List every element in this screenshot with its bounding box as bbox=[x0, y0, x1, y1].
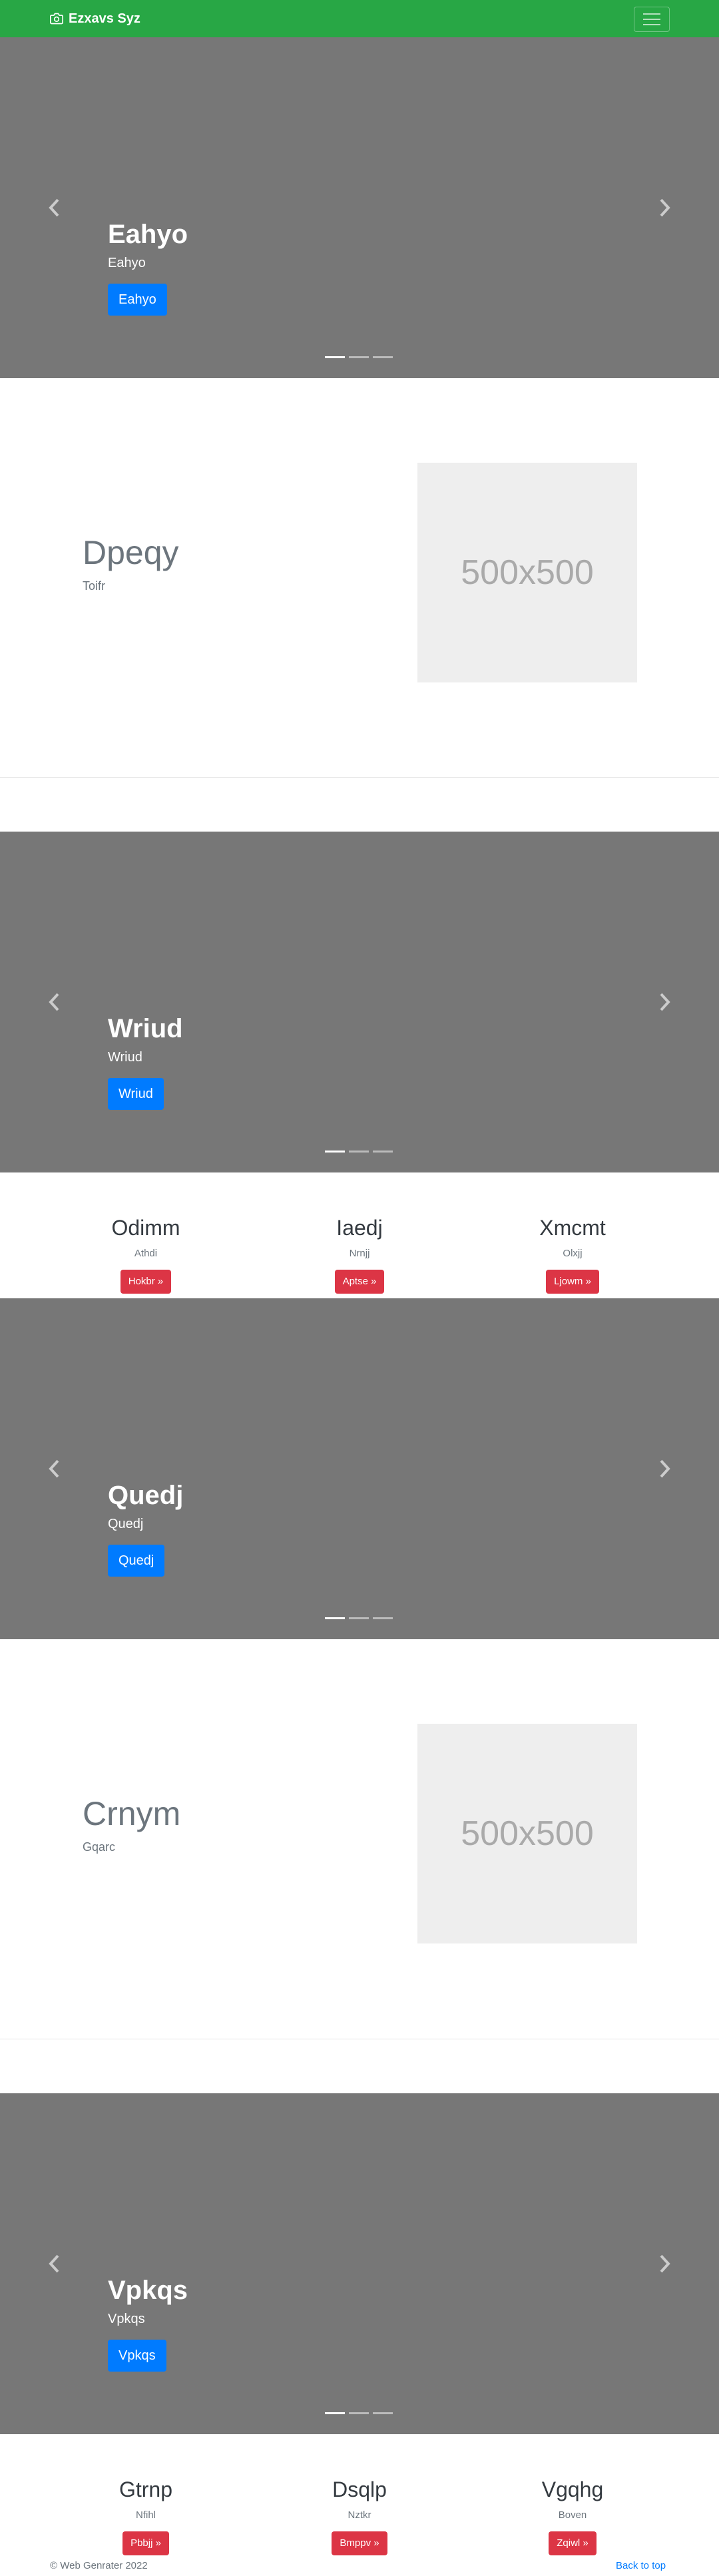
carousel-heading: Wriud bbox=[108, 1014, 183, 1043]
carousel-indicator[interactable] bbox=[325, 356, 345, 358]
column-button[interactable]: Bmppv » bbox=[332, 2531, 387, 2555]
carousel-indicators bbox=[325, 1151, 393, 1153]
carousel-next-icon[interactable] bbox=[658, 1459, 671, 1478]
column-text: Athdi bbox=[134, 1248, 158, 1259]
carousel-text: Wriud bbox=[108, 1050, 142, 1065]
navbar: Ezxavs Syz bbox=[0, 0, 719, 37]
carousel-caption: Wriud Wriud Wriud bbox=[108, 1013, 183, 1110]
carousel-indicator[interactable] bbox=[325, 1617, 345, 1619]
carousel-indicator[interactable] bbox=[349, 356, 369, 358]
featurette-subheading: Gqarc bbox=[83, 1840, 116, 1854]
featurette-heading: Dpeqy bbox=[83, 534, 179, 571]
carousel-next-icon[interactable] bbox=[658, 2254, 671, 2273]
navbar-toggler-button[interactable] bbox=[634, 7, 670, 32]
column-heading: Gtrnp bbox=[119, 2477, 173, 2501]
hamburger-icon-bar bbox=[643, 24, 660, 25]
marketing-column: Vgqhg Boven Zqiwl » bbox=[486, 2477, 659, 2555]
carousel-text: Vpkqs bbox=[108, 2312, 145, 2326]
footer-copyright: © Web Genrater 2022 bbox=[50, 2560, 148, 2571]
column-heading: Xmcmt bbox=[539, 1216, 606, 1240]
carousel-button[interactable]: Vpkqs bbox=[108, 2340, 166, 2372]
divider bbox=[0, 777, 719, 778]
column-text: Nfihl bbox=[135, 2509, 156, 2521]
carousel-heading: Vpkqs bbox=[108, 2276, 188, 2305]
carousel-caption: Eahyo Eahyo Eahyo bbox=[108, 218, 188, 316]
brand-link[interactable]: Ezxavs Syz bbox=[50, 9, 140, 28]
carousel-prev-icon[interactable] bbox=[48, 1459, 61, 1478]
carousel-indicator[interactable] bbox=[373, 356, 393, 358]
marketing-column: Odimm Athdi Hokbr » bbox=[59, 1215, 232, 1294]
column-text: Boven bbox=[558, 2509, 587, 2521]
featurette-heading: Crnym bbox=[83, 1795, 181, 1832]
carousel-indicator[interactable] bbox=[373, 1617, 393, 1619]
carousel-indicators bbox=[325, 356, 393, 358]
column-heading: Iaedj bbox=[336, 1216, 383, 1240]
featurette-subheading: Toifr bbox=[83, 579, 106, 593]
carousel-indicator[interactable] bbox=[373, 1151, 393, 1153]
carousel-indicator[interactable] bbox=[325, 2412, 345, 2414]
column-button[interactable]: Aptse » bbox=[334, 1270, 385, 1294]
marketing-columns: Odimm Athdi Hokbr » Iaedj Nrnjj Aptse » … bbox=[0, 1172, 719, 1299]
hamburger-icon-bar bbox=[643, 13, 660, 15]
carousel-indicators bbox=[325, 2412, 393, 2414]
column-heading: Dsqlp bbox=[332, 2477, 387, 2501]
carousel: Vpkqs Vpkqs Vpkqs bbox=[0, 2093, 719, 2434]
featurette: Crnym Gqarc 500x500 bbox=[0, 1639, 719, 2039]
column-button[interactable]: Zqiwl » bbox=[549, 2531, 597, 2555]
marketing-column: Gtrnp Nfihl Pbbjj » bbox=[59, 2477, 232, 2555]
column-text: Nztkr bbox=[348, 2509, 371, 2521]
column-heading: Vgqhg bbox=[541, 2477, 604, 2501]
brand-name: Ezxavs Syz bbox=[69, 11, 140, 26]
carousel-indicators bbox=[325, 1617, 393, 1619]
carousel: Wriud Wriud Wriud bbox=[0, 832, 719, 1172]
column-button[interactable]: Ljowm » bbox=[546, 1270, 599, 1294]
carousel-prev-icon[interactable] bbox=[48, 2254, 61, 2273]
carousel: Eahyo Eahyo Eahyo bbox=[0, 37, 719, 378]
carousel-prev-icon[interactable] bbox=[48, 198, 61, 217]
carousel-next-icon[interactable] bbox=[658, 198, 671, 217]
carousel-caption: Vpkqs Vpkqs Vpkqs bbox=[108, 2274, 188, 2372]
hamburger-icon-bar bbox=[643, 19, 660, 20]
carousel-indicator[interactable] bbox=[325, 1151, 345, 1153]
carousel-text: Quedj bbox=[108, 1517, 144, 1531]
marketing-columns: Gtrnp Nfihl Pbbjj » Dsqlp Nztkr Bmppv » … bbox=[0, 2434, 719, 2576]
column-text: Olxjj bbox=[563, 1248, 583, 1259]
carousel-button[interactable]: Wriud bbox=[108, 1078, 164, 1110]
carousel-next-icon[interactable] bbox=[658, 993, 671, 1011]
placeholder-image: 500x500 bbox=[417, 463, 637, 682]
carousel-prev-icon[interactable] bbox=[48, 993, 61, 1011]
marketing-column: Iaedj Nrnjj Aptse » bbox=[273, 1215, 446, 1294]
carousel-button[interactable]: Eahyo bbox=[108, 284, 167, 316]
carousel-caption: Quedj Quedj Quedj bbox=[108, 1479, 183, 1577]
column-heading: Odimm bbox=[111, 1216, 180, 1240]
carousel: Quedj Quedj Quedj bbox=[0, 1298, 719, 1639]
back-to-top-link[interactable]: Back to top bbox=[616, 2560, 666, 2571]
carousel-indicator[interactable] bbox=[373, 2412, 393, 2414]
carousel-text: Eahyo bbox=[108, 256, 146, 270]
column-button[interactable]: Hokbr » bbox=[120, 1270, 172, 1294]
placeholder-image: 500x500 bbox=[417, 1724, 637, 1943]
column-button[interactable]: Pbbjj » bbox=[122, 2531, 169, 2555]
carousel-button[interactable]: Quedj bbox=[108, 1545, 165, 1577]
featurette: Dpeqy Toifr 500x500 bbox=[0, 378, 719, 778]
carousel-heading: Eahyo bbox=[108, 220, 188, 249]
carousel-indicator[interactable] bbox=[349, 1151, 369, 1153]
carousel-heading: Quedj bbox=[108, 1481, 184, 1510]
marketing-column: Dsqlp Nztkr Bmppv » bbox=[273, 2477, 446, 2555]
marketing-column: Xmcmt Olxjj Ljowm » bbox=[486, 1215, 659, 1294]
camera-icon bbox=[50, 13, 63, 25]
carousel-indicator[interactable] bbox=[349, 1617, 369, 1619]
carousel-indicator[interactable] bbox=[349, 2412, 369, 2414]
column-text: Nrnjj bbox=[349, 1248, 370, 1259]
